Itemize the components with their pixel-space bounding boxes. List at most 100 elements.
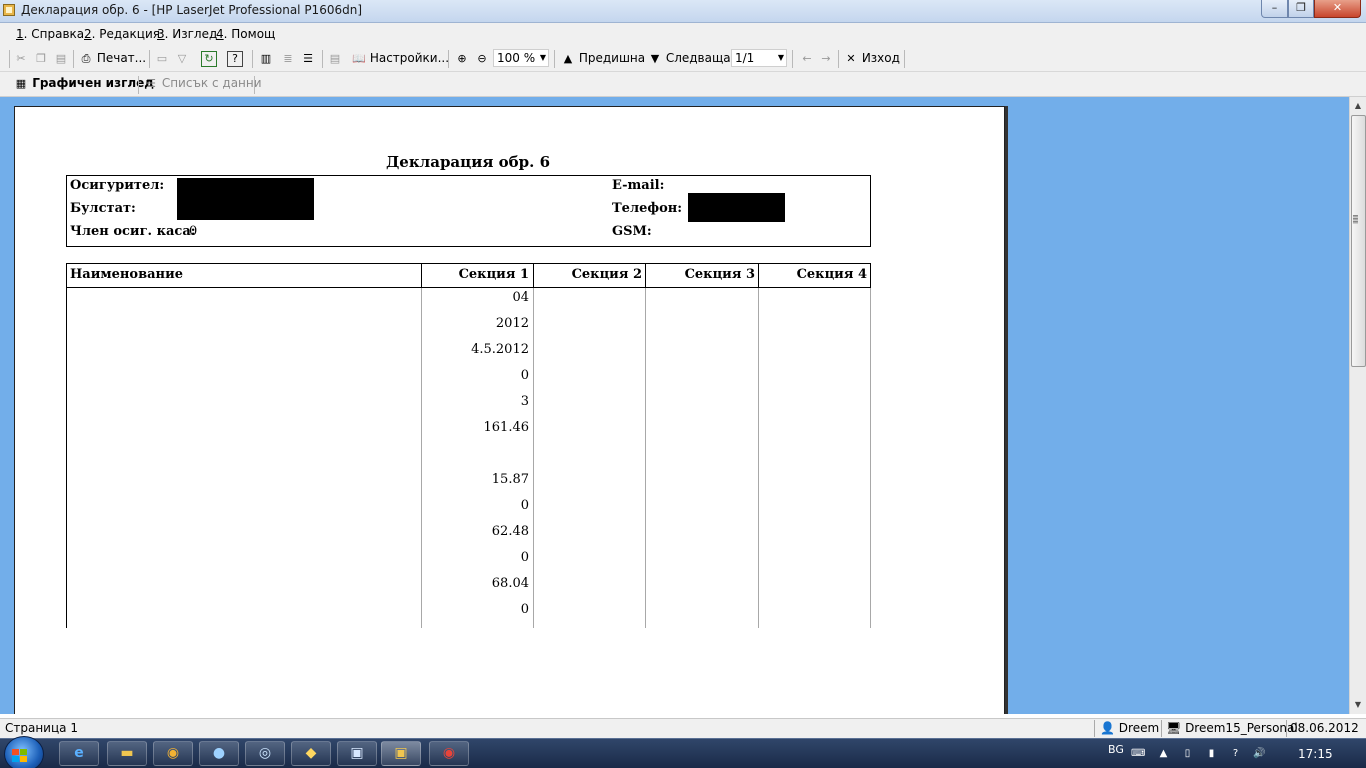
network-app-icon[interactable]: ◎ — [245, 741, 285, 766]
tab-separator — [254, 76, 255, 94]
table-icon[interactable]: ☰ — [301, 48, 315, 68]
title-bar: Декларация обр. 6 - [HP LaserJet Profess… — [0, 0, 1366, 23]
arrow-left-icon[interactable]: ← — [800, 48, 814, 68]
tab-data-list[interactable]: ☰ Списък с данни — [144, 76, 261, 91]
language-indicator[interactable]: BG — [1108, 743, 1124, 756]
network-icon[interactable]: ▯ — [1181, 748, 1194, 760]
scroll-thumb[interactable] — [1351, 115, 1366, 367]
toolbar-separator — [73, 50, 74, 68]
section1-cell: 4.5.2012 — [471, 342, 529, 357]
keyboard-icon[interactable]: ⌨ — [1131, 748, 1145, 760]
menu-view[interactable]: 3. Изглед — [157, 27, 217, 41]
status-user: 👤 Dreem — [1100, 721, 1160, 735]
page-down-icon: ▼ — [650, 51, 660, 65]
menu-help[interactable]: 1. Справка — [16, 27, 84, 41]
settings-button[interactable]: 📖 Настройки... — [352, 48, 449, 68]
toolbar-separator — [9, 50, 10, 68]
page-setup-icon[interactable]: ▭ — [155, 48, 169, 68]
section1-cell: 2012 — [495, 316, 529, 331]
explorer-folder-icon[interactable]: ▬ — [107, 741, 147, 766]
page-header-icon[interactable]: ▥ — [259, 48, 273, 68]
vertical-scrollbar[interactable]: ▲ ═ ═ ═ ▼ — [1349, 97, 1366, 714]
scroll-down-icon[interactable]: ▼ — [1350, 697, 1366, 713]
help-tray-icon[interactable]: ? — [1229, 748, 1242, 760]
volume-icon[interactable]: 🔊 — [1253, 748, 1266, 760]
status-date: 08.06.2012 — [1290, 721, 1359, 735]
status-bar: Страница 1 👤 Dreem 🖥 Dreem15_Personal 08… — [0, 718, 1366, 738]
column-header-section-1: Секция 1 — [458, 267, 529, 282]
minimize-button[interactable]: – — [1261, 0, 1288, 18]
tab-separator — [138, 76, 139, 94]
status-page: Страница 1 — [5, 721, 78, 735]
close-button[interactable]: ✕ — [1314, 0, 1361, 18]
computer-app-icon[interactable]: ▣ — [337, 741, 377, 766]
menu-edit[interactable]: 2. Редакция — [84, 27, 160, 41]
zoom-select[interactable]: 100 % ▼ — [493, 49, 549, 67]
report-app-taskbar-icon[interactable]: ▣ — [381, 741, 421, 766]
paste-icon[interactable]: ▤ — [54, 48, 68, 68]
internet-explorer-icon[interactable]: e — [59, 741, 99, 766]
window-title: Декларация обр. 6 - [HP LaserJet Profess… — [21, 3, 362, 17]
taskbar: e ▬ ◉ ● ◎ ◆ ▣ ▣ ◉ BG ⌨ ▲ ▯ ▮ ? 🔊 17:15 — [0, 736, 1366, 768]
section1-cell: 15.87 — [491, 472, 529, 487]
bulstat-label: Булстат: — [70, 201, 136, 216]
outlook-icon[interactable]: ◉ — [153, 741, 193, 766]
table-header: Наименование Секция 1 Секция 2 Секция 3 … — [66, 263, 871, 288]
chrome-icon[interactable]: ◉ — [429, 741, 469, 766]
gsm-label: GSM: — [612, 224, 652, 239]
chevron-down-icon: ▼ — [777, 53, 784, 62]
book-icon: 📖 — [352, 51, 366, 65]
print-preview-area: Декларация обр. 6 Осигурител: Булстат: Ч… — [0, 97, 1349, 714]
section1-cell: 68.04 — [491, 576, 529, 591]
windows-logo-icon — [12, 749, 27, 763]
zoom-out-icon[interactable]: ⊖ — [475, 48, 489, 68]
user-icon: 👤 — [1100, 721, 1115, 735]
table-border-right — [870, 263, 871, 288]
cut-icon[interactable]: ✂ — [14, 48, 28, 68]
toolbar-separator — [149, 50, 150, 68]
member-value: 0 — [189, 224, 198, 239]
scroll-up-icon[interactable]: ▲ — [1350, 98, 1366, 114]
exit-button[interactable]: ✕ Изход — [844, 48, 900, 68]
column-divider — [758, 263, 759, 288]
list-icon: ☰ — [146, 76, 156, 90]
column-divider — [645, 288, 646, 628]
section1-cell: 161.46 — [483, 420, 530, 435]
section1-cell: 0 — [520, 368, 529, 383]
maximize-button[interactable]: ❐ — [1288, 0, 1314, 18]
toolbar-separator — [792, 50, 793, 68]
table-border-left — [66, 263, 67, 628]
zoom-in-icon[interactable]: ⊕ — [455, 48, 469, 68]
text-icon[interactable]: ≣ — [281, 48, 295, 68]
next-page-button[interactable]: ▼ Следваща — [648, 48, 731, 68]
status-divider — [1286, 720, 1287, 737]
power-icon[interactable]: ▮ — [1205, 748, 1218, 760]
arrow-right-icon[interactable]: → — [819, 48, 833, 68]
previous-page-button[interactable]: ▲ Предишна — [561, 48, 645, 68]
column-divider — [758, 288, 759, 628]
redacted-insurer-info — [177, 178, 314, 220]
page-select[interactable]: 1/1 ▼ — [731, 49, 787, 67]
print-button[interactable]: ⎙ Печат... — [79, 48, 147, 68]
menu-about[interactable]: 4. Помощ — [216, 27, 275, 41]
chevron-up-icon[interactable]: ▲ — [1157, 748, 1170, 760]
column-header-section-3: Секция 3 — [684, 267, 755, 282]
tab-graphic-view[interactable]: ▦ Графичен изглед — [14, 76, 154, 91]
chevron-down-icon: ▼ — [539, 53, 546, 62]
copy-icon[interactable]: ❐ — [34, 48, 48, 68]
toolbar-separator — [448, 50, 449, 68]
insurer-info-box: Осигурител: Булстат: Член осиг. каса: 0 … — [66, 175, 871, 247]
status-divider — [1161, 720, 1162, 737]
messenger-icon[interactable]: ◆ — [291, 741, 331, 766]
grip-icon: ═ ═ ═ — [1353, 212, 1358, 227]
refresh-icon[interactable]: ↻ — [201, 48, 217, 68]
email-label: E-mail: — [612, 178, 665, 193]
app-circle-icon[interactable]: ● — [199, 741, 239, 766]
column-divider — [533, 288, 534, 628]
filter-icon[interactable]: ▽ — [175, 48, 189, 68]
layout-icon[interactable]: ▤ — [328, 48, 342, 68]
clock[interactable]: 17:15 — [1298, 747, 1333, 761]
column-divider — [421, 263, 422, 288]
help-icon[interactable]: ? — [227, 48, 243, 68]
column-header-section-2: Секция 2 — [571, 267, 642, 282]
